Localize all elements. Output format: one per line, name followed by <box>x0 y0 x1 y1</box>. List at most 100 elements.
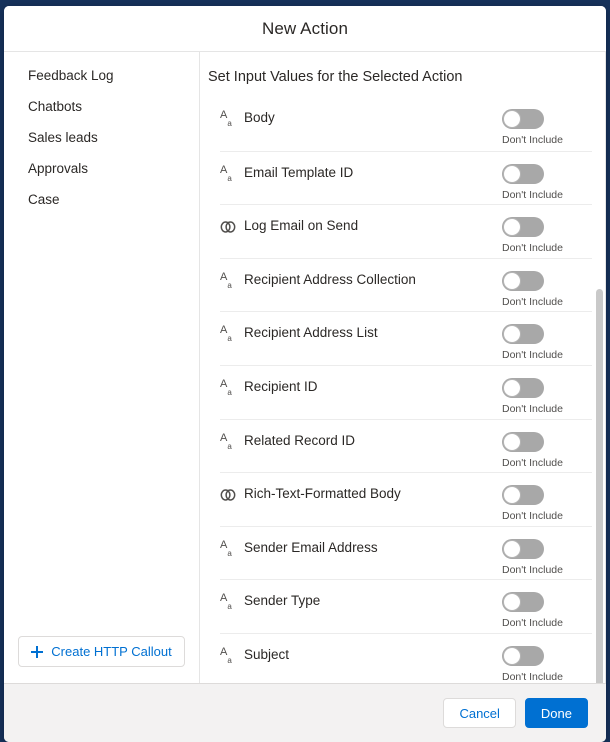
include-toggle-label: Don't Include <box>502 670 563 683</box>
sidebar-item-list: Feedback Log Chatbots Sales leads Approv… <box>4 52 199 626</box>
cancel-button[interactable]: Cancel <box>443 698 516 728</box>
sidebar-item-label: Approvals <box>28 161 89 176</box>
input-value-label: Related Record ID <box>244 432 356 448</box>
toggle-knob <box>503 486 521 505</box>
include-toggle[interactable] <box>502 431 544 452</box>
input-value-row: Aa Body Don't Include <box>220 97 592 151</box>
done-button[interactable]: Done <box>524 698 588 728</box>
input-value-row: Aa Recipient Address Collection Don't Incl… <box>220 257 592 312</box>
sidebar-item-case[interactable]: Case <box>4 184 199 215</box>
include-toggle[interactable] <box>502 485 544 506</box>
include-toggle[interactable] <box>502 645 544 666</box>
include-toggle-label: Don't Include <box>502 349 563 362</box>
sidebar-item-feedback-log[interactable]: Feedback Log <box>4 60 199 91</box>
input-values-scroll-region[interactable]: Aa Body Don't Include Aa Email Template ID Do… <box>200 97 606 683</box>
sidebar: Feedback Log Chatbots Sales leads Approv… <box>4 52 200 683</box>
input-value-label: Recipient Address Collection <box>244 271 416 287</box>
include-toggle[interactable] <box>502 217 544 238</box>
input-value-row: Aa Recipient ID Don't Include <box>220 364 592 419</box>
toggle-knob <box>503 164 521 183</box>
content-heading: Set Input Values for the Selected Action <box>208 69 463 85</box>
input-value-label: Body <box>244 110 275 125</box>
input-value-row: Aa Recipient Address List Don't Include <box>220 311 592 365</box>
content-scrollbar[interactable] <box>595 97 604 683</box>
input-value-row: Aa Email Template ID Don't Include <box>220 150 592 205</box>
input-value-label: Email Template ID <box>244 164 354 180</box>
boolean-type-icon <box>220 218 242 236</box>
modal-body: Feedback Log Chatbots Sales leads Approv… <box>4 52 606 683</box>
include-toggle-cell: Don't Include <box>502 109 592 146</box>
include-toggle-label: Don't Include <box>502 510 563 523</box>
toggle-knob <box>503 271 521 290</box>
include-toggle-cell: Don't Include <box>502 485 592 522</box>
include-toggle-label: Don't Include <box>502 134 563 146</box>
text-type-icon: Aa <box>220 538 232 558</box>
include-toggle-label: Don't Include <box>502 242 563 255</box>
input-value-row: Rich-Text-Formatted Body Don't Include <box>220 472 592 526</box>
include-toggle[interactable] <box>502 270 544 291</box>
input-value-row: Aa Sender Type Don't Include <box>220 579 592 633</box>
include-toggle[interactable] <box>502 163 544 184</box>
text-type-icon: Aa <box>220 431 232 451</box>
modal-footer: Cancel Done <box>4 683 606 742</box>
input-value-label: Rich-Text-Formatted Body <box>244 486 401 502</box>
input-value-label: Log Email on Send <box>244 218 359 234</box>
sidebar-item-label: Feedback Log <box>28 68 114 83</box>
include-toggle-label: Don't Include <box>502 188 563 201</box>
include-toggle-cell: Don't Include <box>502 538 592 576</box>
include-toggle-cell: Don't Include <box>502 270 592 308</box>
include-toggle-label: Don't Include <box>502 295 563 308</box>
sidebar-item-approvals[interactable]: Approvals <box>4 153 199 184</box>
include-toggle[interactable] <box>502 324 544 345</box>
text-type-icon: Aa <box>220 163 232 183</box>
include-toggle[interactable] <box>502 109 544 129</box>
sidebar-item-label: Sales leads <box>28 130 98 145</box>
toggle-knob <box>503 378 521 397</box>
include-toggle-cell: Don't Include <box>502 592 592 629</box>
input-value-row: Aa Subject Don't Include <box>220 632 592 683</box>
input-value-row: Aa Related Record ID Don't Include <box>220 418 592 473</box>
include-toggle[interactable] <box>502 592 544 613</box>
create-http-callout-button[interactable]: Create HTTP Callout <box>18 636 185 667</box>
include-toggle-cell: Don't Include <box>502 645 592 683</box>
include-toggle[interactable] <box>502 377 544 398</box>
include-toggle-label: Don't Include <box>502 456 563 469</box>
text-type-icon: Aa <box>220 592 232 612</box>
sidebar-footer: Create HTTP Callout <box>4 626 199 683</box>
plus-icon <box>31 645 44 658</box>
new-action-modal: New Action Feedback Log Chatbots Sales l… <box>4 6 606 742</box>
input-value-row: Log Email on Send Don't Include <box>220 204 592 258</box>
include-toggle-cell: Don't Include <box>502 217 592 254</box>
include-toggle-cell: Don't Include <box>502 377 592 415</box>
include-toggle-label: Don't Include <box>502 402 563 415</box>
toggle-knob <box>503 539 521 558</box>
include-toggle-label: Don't Include <box>502 563 563 576</box>
content-scrollbar-thumb[interactable] <box>596 289 603 683</box>
toggle-knob <box>503 325 521 344</box>
sidebar-item-sales-leads[interactable]: Sales leads <box>4 122 199 153</box>
input-value-label: Subject <box>244 646 290 662</box>
create-http-callout-label: Create HTTP Callout <box>51 644 172 659</box>
text-type-icon: Aa <box>220 324 232 344</box>
input-value-label: Recipient ID <box>244 378 318 394</box>
boolean-type-icon <box>220 486 242 504</box>
include-toggle-cell: Don't Include <box>502 163 592 201</box>
text-type-icon: Aa <box>220 646 232 665</box>
input-values-list: Aa Body Don't Include Aa Email Template ID Do… <box>200 97 592 683</box>
content-right-divider <box>605 52 606 683</box>
toggle-knob <box>503 432 521 451</box>
input-value-label: Recipient Address List <box>244 325 378 341</box>
toggle-knob <box>503 110 521 128</box>
include-toggle-cell: Don't Include <box>502 324 592 361</box>
sidebar-item-label: Case <box>28 192 60 207</box>
include-toggle[interactable] <box>502 538 544 559</box>
include-toggle-label: Don't Include <box>502 617 563 630</box>
text-type-icon: Aa <box>220 378 232 397</box>
modal-title: New Action <box>261 18 349 38</box>
toggle-knob <box>503 218 521 237</box>
sidebar-item-chatbots[interactable]: Chatbots <box>4 91 199 122</box>
input-value-label: Sender Type <box>244 593 321 609</box>
text-type-icon: Aa <box>220 109 232 128</box>
input-value-row: Aa Sender Email Address Don't Include <box>220 525 592 580</box>
text-type-icon: Aa <box>220 270 232 290</box>
